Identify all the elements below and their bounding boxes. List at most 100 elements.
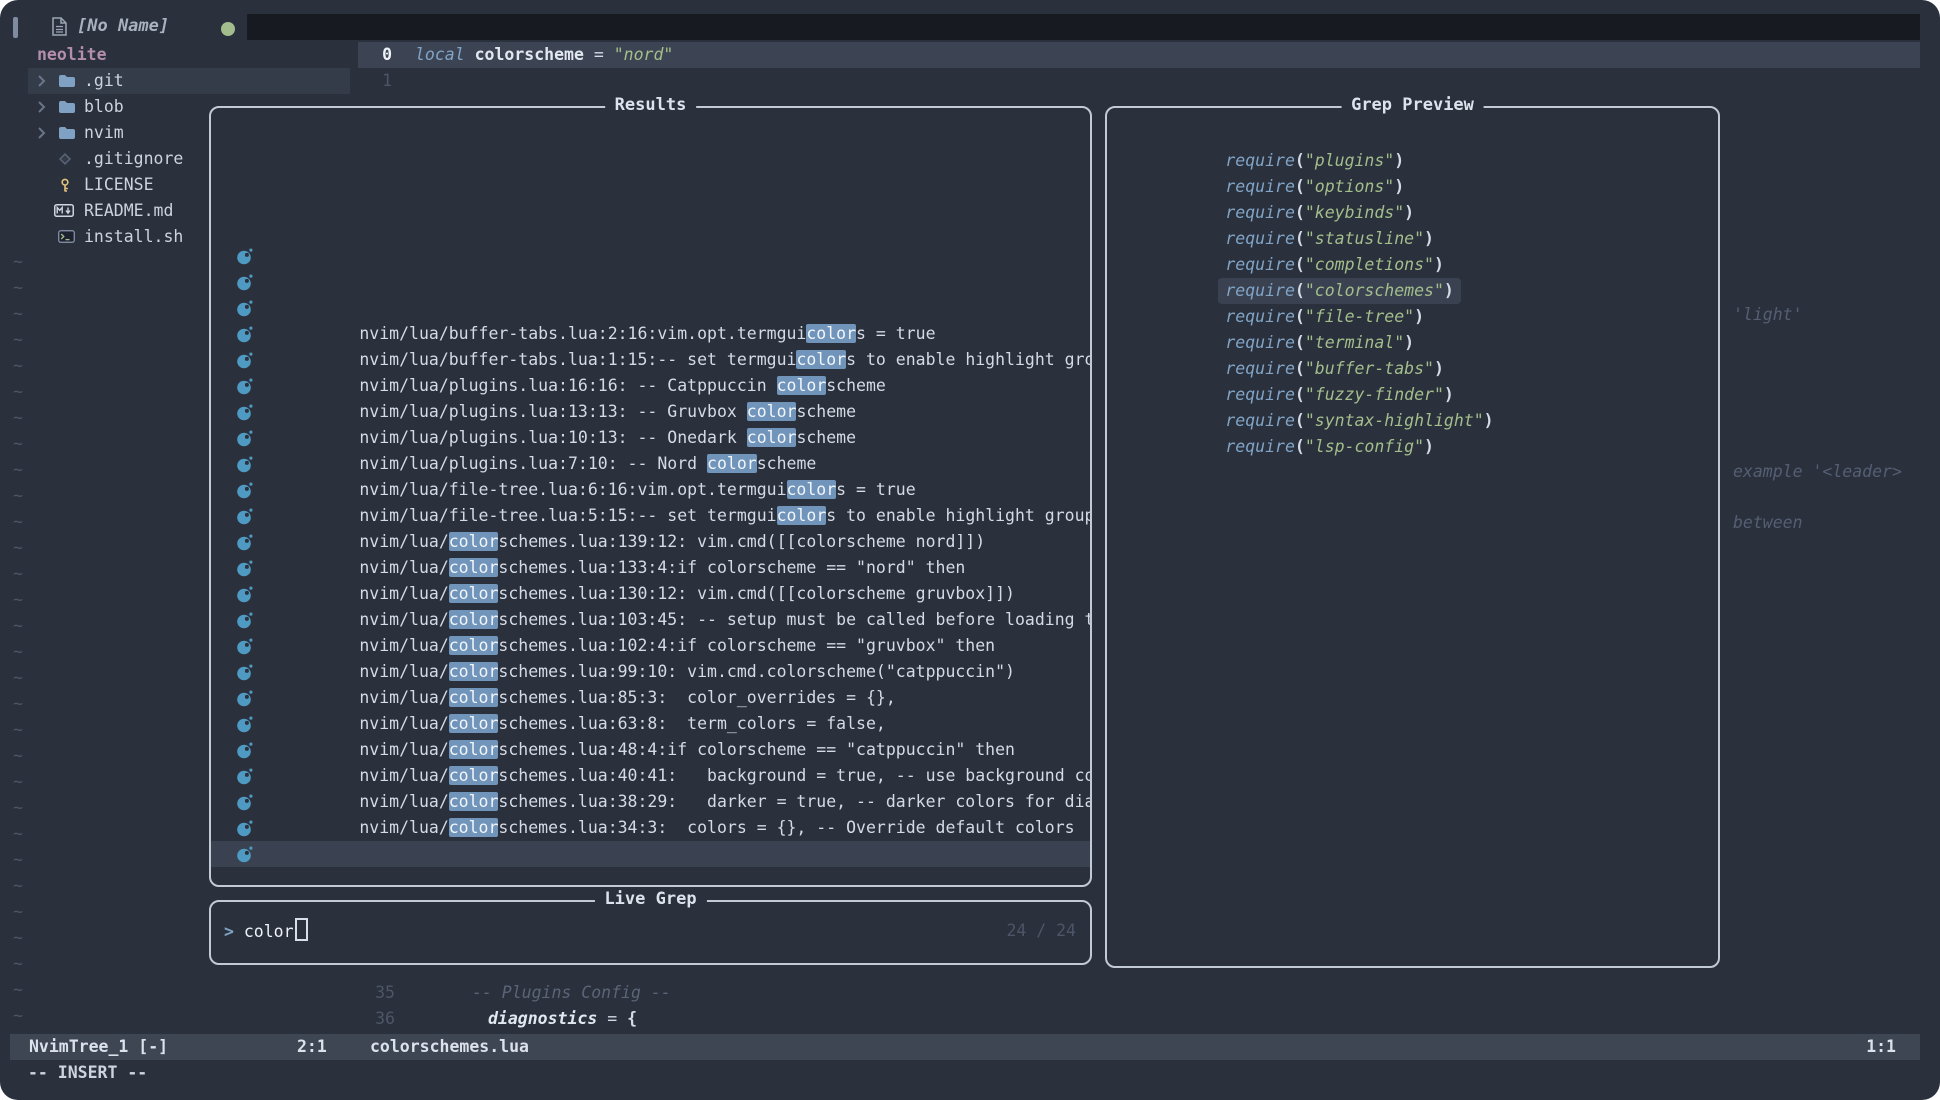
match-count: 24 / 24	[1006, 918, 1076, 944]
result-row[interactable]: > nvim/lua/colorschemes.lua:3:4:if color…	[211, 789, 1090, 815]
lua-file-icon	[236, 508, 253, 525]
result-row[interactable]: > nvim/lua/colorschemes.lua:63:8: term_c…	[211, 633, 1090, 659]
empty-line-tilde: ~	[13, 1003, 23, 1029]
result-row[interactable]: > nvim/lua/colorschemes.lua:38:29: darke…	[211, 711, 1090, 737]
lua-file-icon	[236, 742, 253, 759]
git-diamond-icon	[58, 152, 72, 166]
empty-line-tilde: ~	[13, 327, 23, 353]
module-string: "file-tree"	[1305, 307, 1414, 326]
require-keyword: require	[1225, 151, 1295, 170]
lua-file-icon	[236, 378, 253, 395]
require-keyword: require	[1225, 333, 1295, 352]
key-icon	[58, 178, 72, 193]
result-row[interactable]: > nvim/lua/colorschemes.lua:1:7:local co…	[211, 815, 1090, 841]
empty-line-tilde: ~	[13, 561, 23, 587]
code-line-36: diagnostics = {	[488, 1006, 637, 1032]
identifier-colorscheme: colorscheme	[475, 45, 584, 64]
statusline-filename: colorschemes.lua	[370, 1034, 529, 1060]
bg-snippet-leader: example '<leader>	[1733, 459, 1902, 485]
require-keyword: require	[1225, 385, 1295, 404]
tree-item-label: .git	[84, 68, 124, 94]
lua-file-icon	[236, 716, 253, 733]
module-string: "completions"	[1305, 255, 1434, 274]
require-keyword: require	[1225, 255, 1295, 274]
tree-item-label: .gitignore	[84, 146, 183, 172]
modified-dot-icon	[221, 22, 235, 36]
tree-item-label: LICENSE	[84, 172, 154, 198]
result-row[interactable]: > nvim/lua/colorschemes.lua:139:12: vim.…	[211, 451, 1090, 477]
lua-file-icon	[236, 586, 253, 603]
result-row[interactable]: > nvim/lua/colorschemes.lua:48:4:if colo…	[211, 659, 1090, 685]
module-string: "lsp-config"	[1305, 437, 1424, 456]
statusline-position: 2:1	[297, 1034, 327, 1060]
live-grep-title: Live Grep	[594, 889, 706, 909]
result-row[interactable]: > nvim/lua/colorschemes.lua:99:10: vim.c…	[211, 581, 1090, 607]
statusline-cursor: 1:1	[1866, 1034, 1896, 1060]
chevron-right-icon	[37, 75, 46, 87]
live-grep-input[interactable]: > color	[224, 918, 308, 945]
results-title: Results	[605, 95, 697, 115]
string-nord: "nord"	[614, 45, 674, 64]
result-row[interactable]: > nvim/init.lua:6:10:require("colorschem…	[211, 841, 1090, 867]
statusline-buffer: NvimTree_1 [-]	[29, 1034, 168, 1060]
lua-file-icon	[236, 560, 253, 577]
require-keyword: require	[1225, 411, 1295, 430]
empty-line-tilde: ~	[13, 691, 23, 717]
lua-file-icon	[236, 274, 253, 291]
result-row[interactable]: > nvim/lua/colorschemes.lua:103:45: -- s…	[211, 529, 1090, 555]
file-icon	[52, 17, 67, 36]
empty-line-tilde: ~	[13, 613, 23, 639]
result-row[interactable]: > nvim/lua/colorschemes.lua:40:41: backg…	[211, 685, 1090, 711]
grep-preview-list: require("plugins") require("options") re…	[1107, 122, 1718, 460]
result-row[interactable]: > nvim/lua/buffer-tabs.lua:1:15:-- set t…	[211, 269, 1090, 295]
result-row[interactable]: > nvim/lua/plugins.lua:16:16: -- Catppuc…	[211, 295, 1090, 321]
module-string: "statusline"	[1305, 229, 1424, 248]
require-keyword: require	[1225, 281, 1295, 300]
tree-item-label: nvim	[84, 120, 124, 146]
result-row[interactable]: > nvim/lua/colorschemes.lua:34:3: colors…	[211, 737, 1090, 763]
result-row[interactable]: > nvim/lua/plugins.lua:10:13: -- Onedark…	[211, 347, 1090, 373]
grep-preview-title: Grep Preview	[1341, 95, 1484, 115]
app-window: [No Name] 0 local colorscheme = "nord" 1…	[0, 0, 1940, 1100]
buffer-tab-no-name[interactable]: [No Name]	[52, 12, 169, 40]
result-row[interactable]: > nvim/lua/file-tree.lua:6:16:vim.opt.te…	[211, 399, 1090, 425]
tree-root[interactable]: neolite	[28, 42, 350, 68]
tree-item-git[interactable]: .git	[28, 68, 350, 94]
keyword-local: local	[415, 45, 465, 64]
tree-item-label: blob	[84, 94, 124, 120]
empty-line-tilde: ~	[13, 535, 23, 561]
empty-line-tilde: ~	[13, 353, 23, 379]
result-row[interactable]: > nvim/lua/colorschemes.lua:102:4:if col…	[211, 555, 1090, 581]
result-row[interactable]: > nvim/lua/plugins.lua:13:13: -- Gruvbox…	[211, 321, 1090, 347]
lua-file-icon	[236, 534, 253, 551]
result-row[interactable]: > nvim/lua/buffer-tabs.lua:2:16:vim.opt.…	[211, 243, 1090, 269]
result-row[interactable]: > nvim/lua/colorschemes.lua:85:3: color_…	[211, 607, 1090, 633]
results-list: > nvim/lua/buffer-tabs.lua:2:16:vim.opt.…	[211, 243, 1090, 867]
empty-line-tilde: ~	[13, 639, 23, 665]
module-string: "keybinds"	[1305, 203, 1404, 222]
empty-line-tilde: ~	[13, 795, 23, 821]
result-row[interactable]: > nvim/lua/file-tree.lua:5:15:-- set ter…	[211, 425, 1090, 451]
empty-line-tilde: ~	[13, 717, 23, 743]
result-row[interactable]: > nvim/lua/colorschemes.lua:13:8: term_c…	[211, 763, 1090, 789]
lua-file-icon	[236, 482, 253, 499]
lua-file-icon	[236, 300, 253, 317]
tab-label: [No Name]	[77, 16, 169, 36]
code-line-0: local colorscheme = "nord"	[415, 42, 673, 68]
empty-line-tilde: ~	[13, 509, 23, 535]
result-row[interactable]: > nvim/lua/colorschemes.lua:130:12: vim.…	[211, 503, 1090, 529]
line-number-0: 0	[352, 42, 392, 68]
line-number-35: 35	[355, 980, 395, 1006]
lua-file-icon	[236, 404, 253, 421]
result-row[interactable]: > nvim/lua/plugins.lua:7:10: -- Nord col…	[211, 373, 1090, 399]
empty-line-tilde: ~	[13, 405, 23, 431]
mode-indicator: -- INSERT --	[28, 1060, 147, 1086]
tree-item-label: README.md	[84, 198, 173, 224]
result-row[interactable]: > nvim/lua/colorschemes.lua:133:4:if col…	[211, 477, 1090, 503]
module-string: "buffer-tabs"	[1305, 359, 1434, 378]
lua-file-icon	[236, 794, 253, 811]
module-string: "options"	[1305, 177, 1394, 196]
require-keyword: require	[1225, 437, 1295, 456]
module-string: "syntax-highlight"	[1305, 411, 1484, 430]
markdown-icon	[54, 204, 74, 217]
